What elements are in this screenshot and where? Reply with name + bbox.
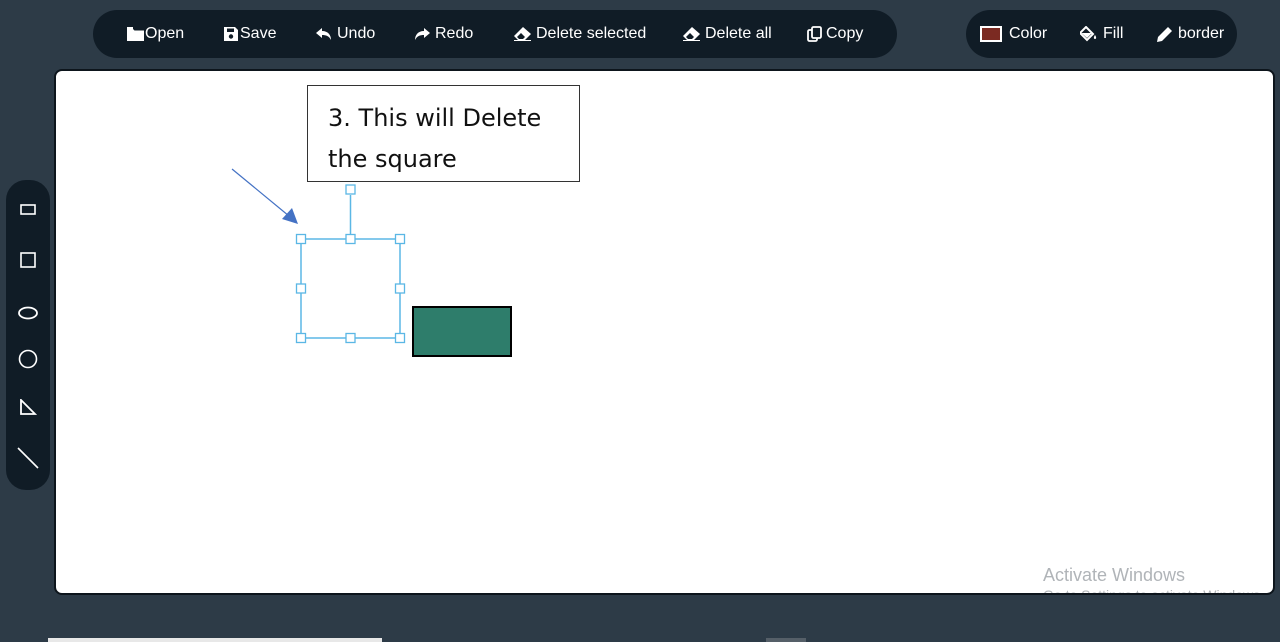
handle-top-right	[394, 233, 406, 245]
delete-all-label: Delete all	[705, 25, 772, 42]
handle-top-left	[295, 233, 307, 245]
teal-rectangle[interactable]	[412, 306, 512, 357]
save-label: Save	[240, 25, 277, 42]
delete-selected-button[interactable]: Delete selected	[514, 10, 646, 58]
watermark-subtitle: Go to Settings to activate Windows.	[1043, 587, 1264, 595]
redo-button[interactable]: Redo	[414, 10, 473, 58]
line-icon	[17, 447, 39, 469]
redo-icon	[415, 28, 430, 40]
eraser-icon	[514, 27, 531, 41]
color-swatch	[980, 26, 1002, 42]
drawing-canvas[interactable]: 3. This will Delete the square Activate …	[54, 69, 1275, 595]
copy-icon	[807, 26, 822, 42]
app-window: Open Save Undo Redo Delete selected Dele…	[0, 0, 1280, 642]
fill-button[interactable]: Fill	[1080, 10, 1123, 58]
selected-square[interactable]	[300, 195, 401, 339]
handle-middle-right	[394, 283, 406, 294]
color-button[interactable]: Color	[980, 10, 1047, 58]
rotate-handle	[345, 184, 356, 195]
annotation-arrow	[231, 168, 298, 224]
handle-bottom-center	[345, 332, 356, 344]
handle-middle-left	[295, 283, 307, 294]
ellipse-icon	[18, 306, 38, 320]
folder-icon	[127, 27, 144, 41]
copy-button[interactable]: Copy	[807, 10, 863, 58]
paint-bucket-icon	[1080, 26, 1097, 42]
handle-top-center	[345, 233, 356, 245]
main-toolbar: Open Save Undo Redo Delete selected Dele…	[93, 10, 897, 58]
rectangle-tool[interactable]	[6, 191, 50, 227]
square-tool[interactable]	[6, 242, 50, 278]
triangle-tool[interactable]	[6, 389, 50, 425]
delete-selected-label: Delete selected	[536, 25, 647, 42]
fill-label: Fill	[1103, 25, 1124, 42]
scrollbar-thumb[interactable]	[766, 638, 806, 642]
square-icon	[20, 252, 36, 268]
watermark-title: Activate Windows	[1043, 565, 1186, 585]
handle-bottom-left	[295, 332, 307, 344]
activate-windows-watermark: Activate Windows Go to Settings to activ…	[1043, 564, 1264, 595]
delete-all-button[interactable]: Delete all	[683, 10, 772, 58]
undo-icon	[316, 28, 331, 40]
line-tool[interactable]	[6, 440, 50, 476]
redo-label: Redo	[435, 25, 474, 42]
ellipse-tool[interactable]	[6, 295, 50, 331]
border-label: border	[1178, 25, 1225, 42]
border-button[interactable]: border	[1157, 10, 1224, 58]
style-toolbar: Color Fill border	[966, 10, 1237, 58]
taskbar-strip	[48, 638, 382, 642]
circle-icon	[18, 349, 38, 369]
open-button[interactable]: Open	[127, 10, 184, 58]
circle-tool[interactable]	[6, 341, 50, 377]
eraser-icon	[683, 27, 700, 41]
undo-button[interactable]: Undo	[316, 10, 375, 58]
handle-bottom-right	[394, 332, 406, 344]
right-triangle-icon	[20, 399, 37, 415]
floppy-icon	[224, 27, 238, 41]
color-label: Color	[1009, 25, 1048, 42]
save-button[interactable]: Save	[224, 10, 276, 58]
copy-label: Copy	[826, 25, 864, 42]
pencil-icon	[1157, 27, 1172, 42]
open-label: Open	[145, 25, 185, 42]
canvas-shapes-layer	[231, 168, 512, 357]
undo-label: Undo	[337, 25, 376, 42]
rectangle-icon	[20, 204, 36, 215]
shape-toolbar	[6, 180, 50, 490]
